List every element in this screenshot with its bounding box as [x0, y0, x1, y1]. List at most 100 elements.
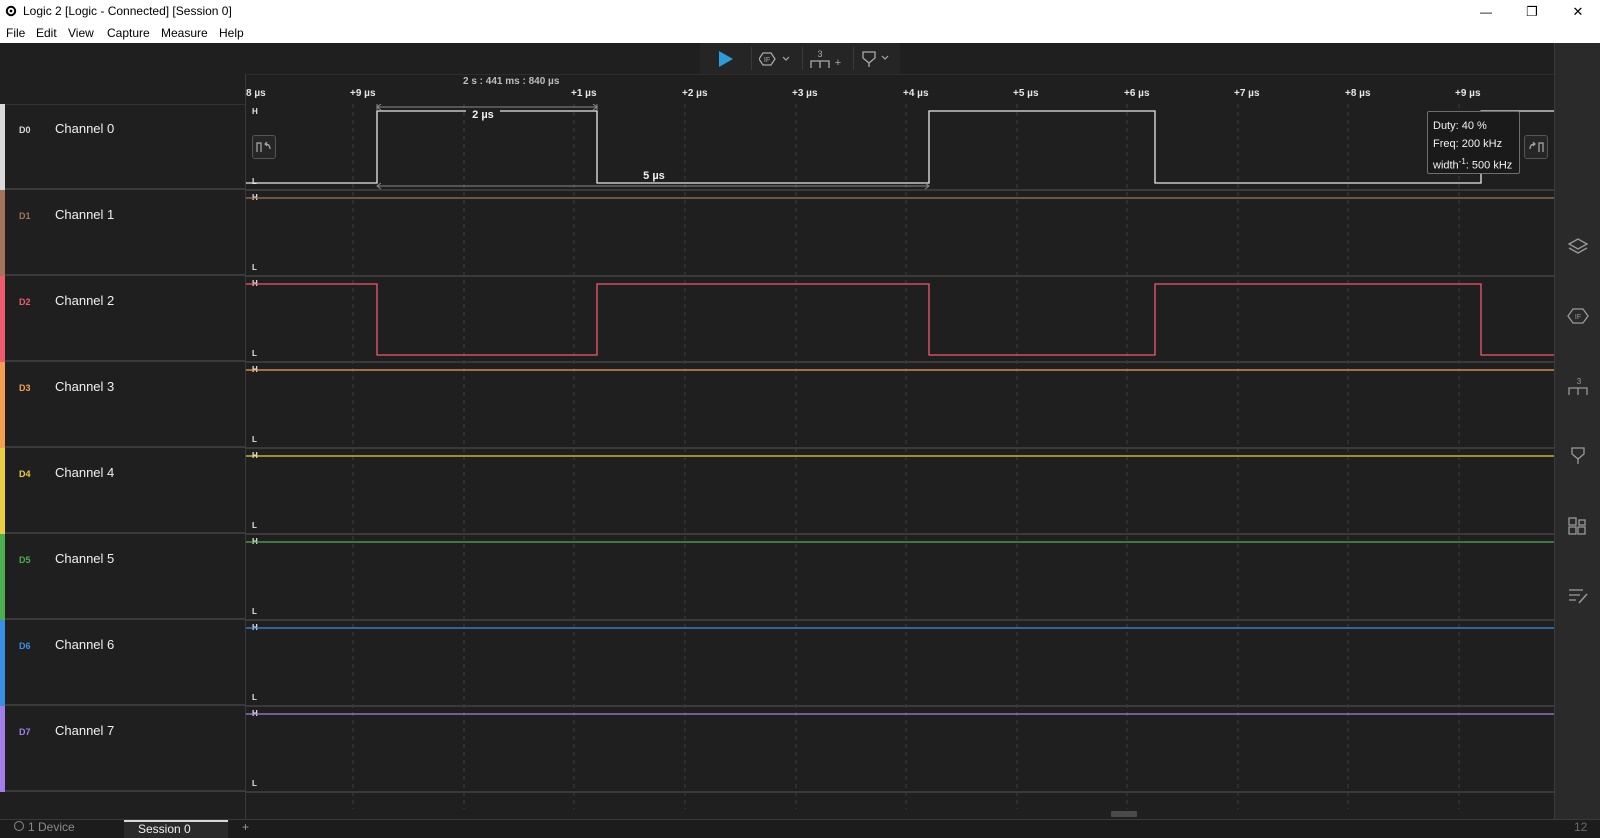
timing-marker-plus: +	[835, 57, 841, 69]
duty-value: Duty: 40 %	[1433, 120, 1487, 132]
svg-text:IF: IF	[1575, 314, 1581, 321]
play-icon	[719, 50, 733, 67]
frequency-value: Freq: 200 kHz	[1433, 138, 1503, 150]
low-label: L	[252, 263, 257, 272]
status-count-value: 12	[1574, 820, 1588, 834]
timeline-ruler[interactable]: 2 s : 441 ms : 840 µs 8 µs +9 µs +1 µs +…	[246, 74, 1554, 104]
tick-label: +1 µs	[571, 88, 597, 99]
close-button[interactable]: ✕	[1555, 0, 1600, 24]
channel-name[interactable]: Channel 5	[55, 551, 114, 566]
channel-row-1[interactable]: D1 Channel 1	[0, 190, 245, 276]
channel-name[interactable]: Channel 0	[55, 121, 114, 136]
notes-button[interactable]	[1565, 583, 1591, 609]
width-value: width-1: 500 kHz	[1433, 153, 1514, 175]
channel-row-7[interactable]: D7 Channel 7	[0, 706, 245, 792]
tick-label: +4 µs	[903, 88, 929, 99]
analyzers-button[interactable]	[1565, 233, 1591, 259]
add-session-button[interactable]: +	[228, 820, 258, 838]
timing-markers-icon: 3	[1568, 377, 1588, 395]
channel-row-2[interactable]: D2 Channel 2	[0, 276, 245, 362]
horizontal-scrollbar[interactable]	[246, 809, 1554, 819]
timing-markers-count: 3	[1577, 377, 1582, 386]
minimize-icon: —	[1480, 5, 1492, 19]
tick-label: +7 µs	[1234, 88, 1260, 99]
right-sidebar: IF 3	[1554, 43, 1600, 819]
channel-id: D7	[19, 727, 31, 737]
menu-measure[interactable]: Measure	[161, 26, 208, 40]
trigger-sidebar-button[interactable]: IF	[1565, 303, 1591, 329]
period-label: 5 µs	[643, 170, 665, 182]
low-label: L	[252, 435, 257, 444]
next-edge-icon	[1529, 141, 1544, 152]
close-icon: ✕	[1572, 4, 1584, 19]
tick-label: 8 µs	[246, 88, 266, 99]
label-panel-header	[0, 74, 245, 105]
tick-label: +2 µs	[682, 88, 708, 99]
channel-row-5[interactable]: D5 Channel 5	[0, 534, 245, 620]
trigger-icon: IF	[1567, 308, 1589, 324]
capture-toolbar: IF 3 +	[0, 43, 1554, 75]
device-status-icon	[14, 821, 24, 831]
channel-name[interactable]: Channel 3	[55, 379, 114, 394]
measurement-tooltip: Duty: 40 % Freq: 200 kHz width-1: 500 kH…	[1427, 111, 1520, 174]
title-bar: Logic 2 [Logic - Connected] [Session 0] …	[0, 0, 1600, 24]
channel-color-bar	[0, 362, 5, 448]
prev-edge-button[interactable]	[252, 135, 276, 159]
channel-row-4[interactable]: D4 Channel 4	[0, 448, 245, 534]
channel-id: D1	[19, 211, 31, 221]
channel-name[interactable]: Channel 2	[55, 293, 114, 308]
menu-file[interactable]: File	[6, 26, 25, 40]
menu-capture[interactable]: Capture	[107, 26, 150, 40]
extensions-icon	[1568, 517, 1586, 535]
low-label: L	[252, 779, 257, 788]
waveform-area[interactable]: H L H L H L H L H L H L H L H L 2 µs	[246, 104, 1554, 809]
channel-row-0[interactable]: D0 Channel 0	[0, 104, 245, 190]
tick-label: +9 µs	[350, 88, 376, 99]
minimize-button[interactable]: —	[1463, 0, 1509, 24]
session-tab[interactable]: Session 0	[124, 820, 228, 838]
start-capture-button[interactable]	[700, 43, 750, 74]
analyzers-icon	[1567, 238, 1589, 254]
high-label: H	[252, 107, 258, 116]
marker-icon	[1571, 447, 1585, 464]
trigger-settings-button[interactable]: IF	[752, 43, 800, 74]
devices-label: 1 Device	[28, 820, 75, 834]
extensions-button[interactable]	[1565, 513, 1591, 539]
markers-sidebar-button[interactable]	[1565, 443, 1591, 469]
channel-color-bar	[0, 706, 5, 792]
channel-color-bar	[0, 448, 5, 534]
menu-edit[interactable]: Edit	[36, 26, 57, 40]
timing-markers-button[interactable]: 3	[1565, 373, 1591, 399]
restore-icon: ❐	[1526, 4, 1538, 19]
menu-help[interactable]: Help	[219, 26, 244, 40]
tick-label: +8 µs	[1345, 88, 1371, 99]
row-separators	[246, 189, 1554, 793]
tick-label: +9 µs	[1455, 88, 1481, 99]
channel-name[interactable]: Channel 4	[55, 465, 114, 480]
menu-bar: File Edit View Capture Measure Help	[0, 24, 1600, 43]
timing-marker-button[interactable]: 3 +	[803, 43, 851, 74]
add-marker-button[interactable]	[854, 43, 900, 74]
channel-color-bar	[0, 104, 5, 190]
restore-button[interactable]: ❐	[1509, 0, 1555, 24]
channel-id: D4	[19, 469, 31, 479]
device-tab[interactable]: 1 Device	[0, 820, 124, 838]
scrollbar-thumb[interactable]	[1111, 811, 1137, 817]
channel-name[interactable]: Channel 7	[55, 723, 114, 738]
tick-label: +3 µs	[792, 88, 818, 99]
tick-label: +6 µs	[1124, 88, 1150, 99]
menu-view[interactable]: View	[68, 26, 94, 40]
channel-name[interactable]: Channel 6	[55, 637, 114, 652]
channel-name[interactable]: Channel 1	[55, 207, 114, 222]
tick-label: +5 µs	[1013, 88, 1039, 99]
channel-color-bar	[0, 620, 5, 706]
channel-id: D5	[19, 555, 31, 565]
channel-row-6[interactable]: D6 Channel 6	[0, 620, 245, 706]
marker-icon	[862, 50, 889, 67]
low-label: L	[252, 349, 257, 358]
next-edge-button[interactable]	[1524, 135, 1548, 159]
reference-time: 2 s : 441 ms : 840 µs	[463, 76, 560, 87]
channel-row-3[interactable]: D3 Channel 3	[0, 362, 245, 448]
width-reciprocal-value: : 500 kHz	[1465, 159, 1513, 172]
channel-0-waveform	[246, 110, 1554, 184]
